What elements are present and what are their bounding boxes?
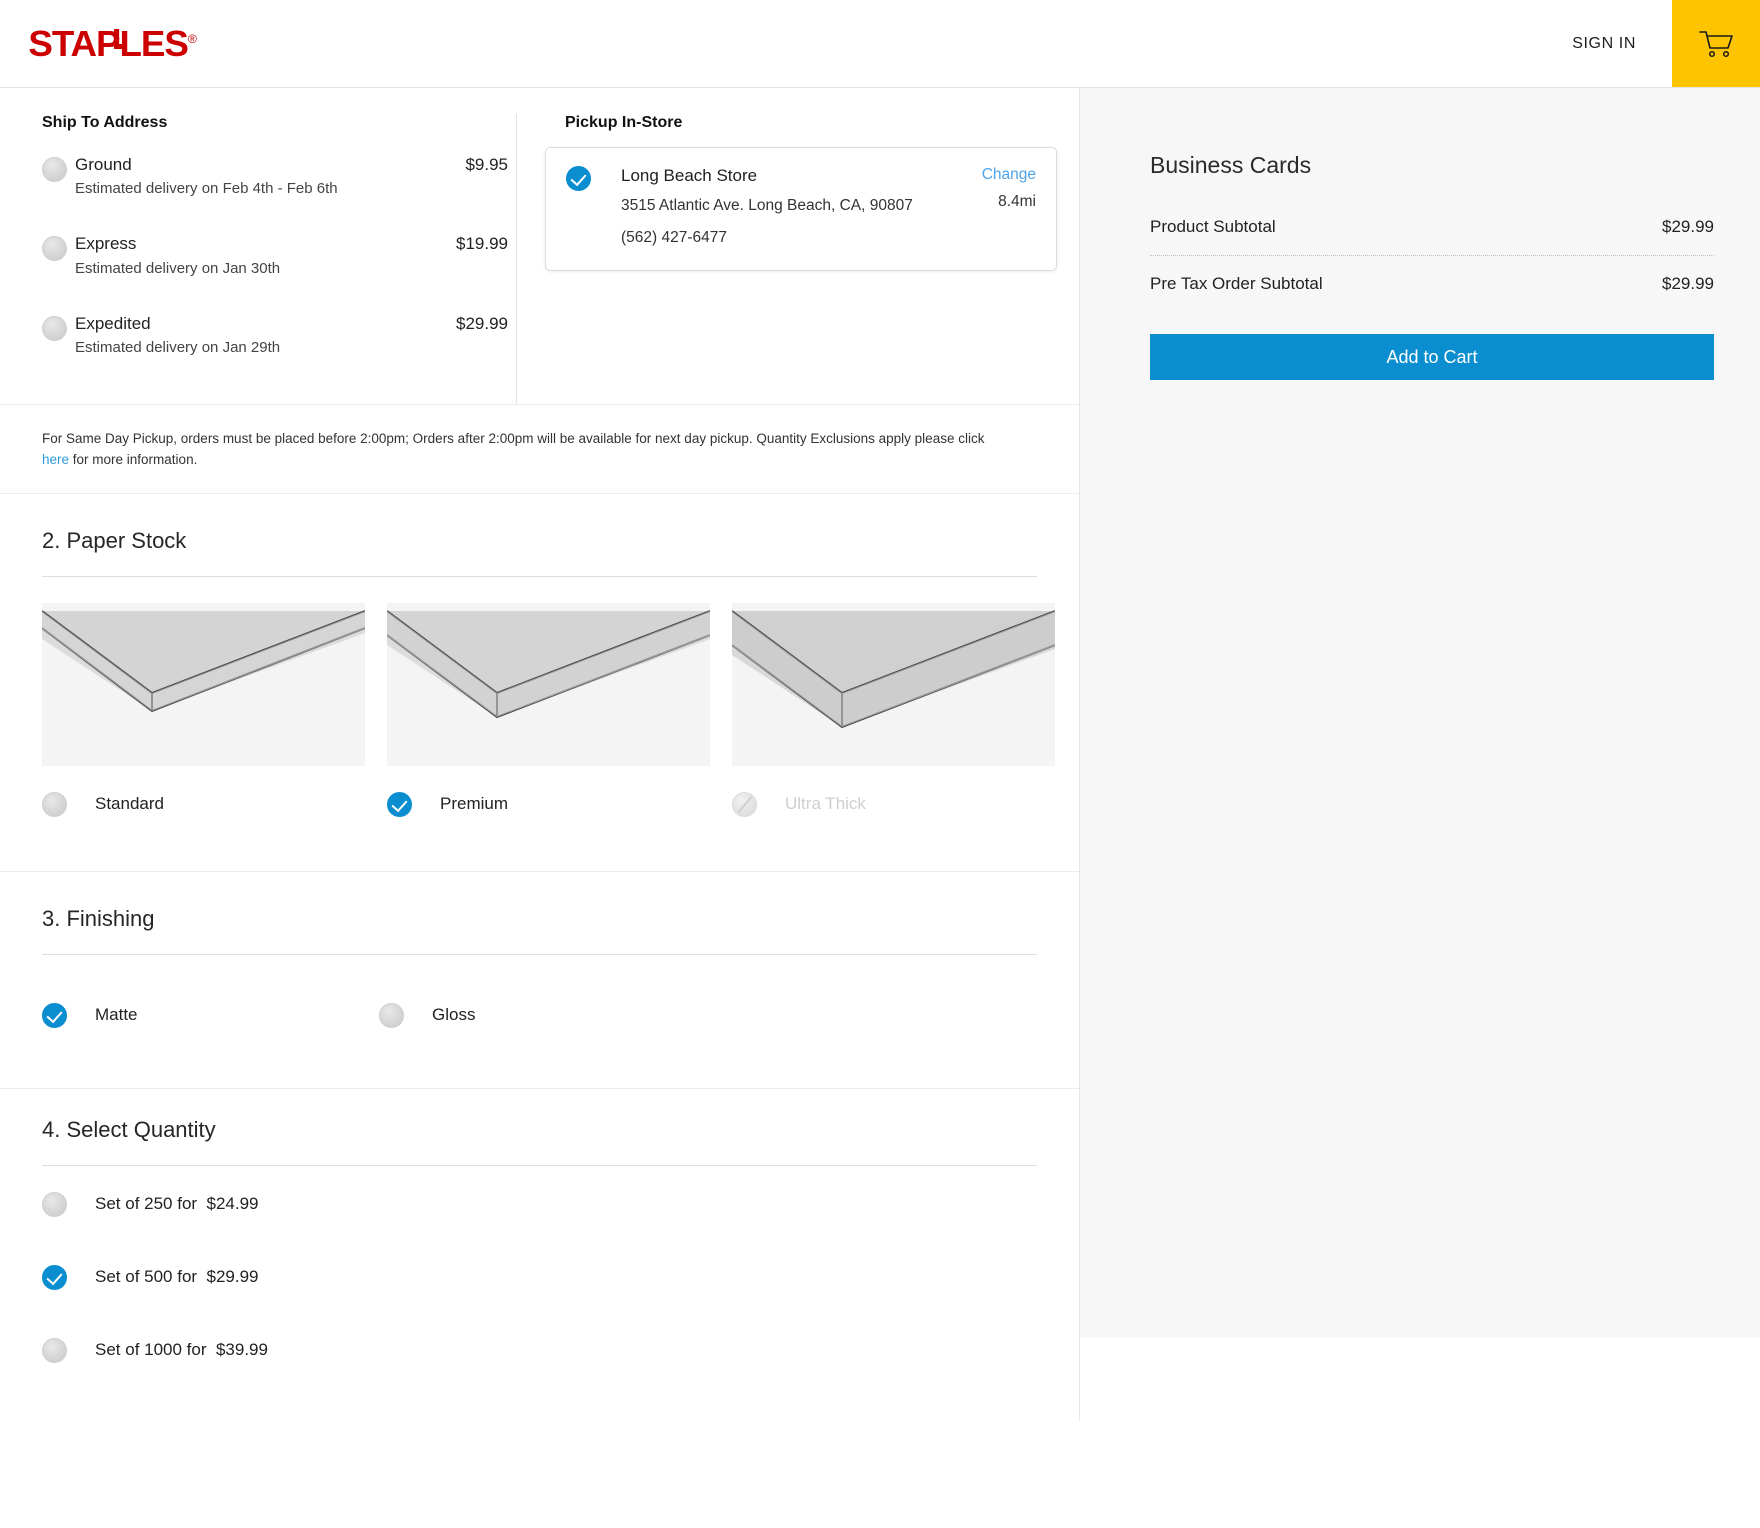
order-summary-title: Business Cards	[1150, 152, 1312, 178]
header-actions: SIGN IN	[1536, 0, 1760, 87]
finishing-option-matte[interactable]: Matte	[42, 1002, 379, 1028]
quantity-section: 4. Select Quantity Set of 250 for $24.99…	[0, 1087, 1079, 1421]
shipping-option-name: Ground	[75, 155, 132, 174]
quantity-title: 4. Select Quantity	[42, 1116, 216, 1142]
paper-stock-section: 2. Paper Stock Standard Premium Ultra Th…	[0, 492, 1079, 871]
paper-stock-label: Ultra Thick	[785, 794, 866, 814]
site-header: STAPLES® SIGN IN	[0, 0, 1760, 88]
paper-stock-option-premium[interactable]: Premium	[387, 602, 710, 817]
radio-paper-standard[interactable]	[42, 791, 67, 817]
finishing-option-gloss[interactable]: Gloss	[379, 1002, 716, 1028]
staple-glyph-icon	[114, 28, 126, 49]
disclaimer-text-before: For Same Day Pickup, orders must be plac…	[42, 431, 985, 446]
add-to-cart-button[interactable]: Add to Cart	[1150, 334, 1714, 380]
shipping-option-name: Expedited	[75, 313, 151, 333]
shipping-option-labels: Expedited Estimated delivery on Jan 29th	[75, 313, 280, 356]
quantity-label: Set of 500 for $29.99	[95, 1267, 259, 1287]
shipping-option-eta: Estimated delivery on Feb 4th - Feb 6th	[75, 180, 338, 198]
radio-store-selected[interactable]	[566, 166, 591, 191]
finishing-label: Gloss	[432, 1005, 476, 1025]
paper-stock-label: Premium	[440, 794, 509, 814]
store-card[interactable]: Long Beach Store 3515 Atlantic Ave. Long…	[545, 147, 1057, 272]
finishing-label: Matte	[95, 1005, 138, 1025]
quantity-label: Set of 1000 for $39.99	[95, 1340, 268, 1360]
quantity-label: Set of 250 for $24.99	[95, 1194, 259, 1214]
quantity-option-500[interactable]: Set of 500 for $29.99	[42, 1264, 1037, 1290]
finishing-divider	[42, 953, 1037, 955]
paper-stock-title: 2. Paper Stock	[42, 527, 187, 553]
radio-finishing-matte[interactable]	[42, 1002, 67, 1028]
radio-paper-ultra-thick-disabled	[732, 791, 757, 817]
summary-row-pre-tax-subtotal: Pre Tax Order Subtotal $29.99	[1150, 274, 1714, 312]
shipping-option-eta: Estimated delivery on Jan 30th	[75, 259, 281, 277]
ship-to-address-panel: Ship To Address Ground Estimated deliver…	[0, 114, 516, 404]
paper-stock-label-row-standard[interactable]: Standard	[42, 791, 365, 817]
store-info: Long Beach Store 3515 Atlantic Ave. Long…	[621, 166, 913, 250]
radio-quantity-500[interactable]	[42, 1264, 67, 1290]
quantity-option-1000[interactable]: Set of 1000 for $39.99	[42, 1337, 1037, 1363]
finishing-section: 3. Finishing Matte Gloss	[0, 870, 1079, 1088]
radio-expedited[interactable]	[42, 315, 67, 341]
pickup-disclaimer: For Same Day Pickup, orders must be plac…	[0, 405, 1050, 493]
quantity-option-250[interactable]: Set of 250 for $24.99	[42, 1191, 1037, 1217]
order-summary: Business Cards Product Subtotal $29.99 P…	[1080, 152, 1760, 380]
shipping-option-labels: Express Estimated delivery on Jan 30th	[75, 233, 280, 276]
summary-value: $29.99	[1662, 217, 1714, 236]
radio-quantity-250[interactable]	[42, 1191, 67, 1217]
page-body: Ship To Address Ground Estimated deliver…	[0, 88, 1760, 1421]
quantity-divider	[42, 1164, 1037, 1166]
paper-stock-options: Standard Premium Ultra Thick	[42, 602, 1055, 817]
shipping-option-ground[interactable]: Ground Estimated delivery on Feb 4th - F…	[42, 154, 516, 197]
ship-to-address-heading: Ship To Address	[42, 114, 168, 131]
shipping-option-price: $19.99	[456, 234, 508, 254]
sign-in-button[interactable]: SIGN IN	[1536, 0, 1672, 87]
paper-stock-label-row-premium[interactable]: Premium	[387, 791, 710, 817]
paper-stock-thumbnail-ultra-thick	[732, 602, 1055, 766]
radio-paper-premium[interactable]	[387, 791, 412, 817]
radio-quantity-1000[interactable]	[42, 1337, 67, 1363]
paper-stock-thumbnail-premium[interactable]	[387, 602, 710, 766]
finishing-options: Matte Gloss	[42, 981, 1037, 1088]
shipping-option-eta: Estimated delivery on Jan 29th	[75, 338, 281, 356]
logo-text: STAPLES	[28, 22, 189, 64]
radio-ground[interactable]	[42, 157, 67, 182]
order-summary-column: Business Cards Product Subtotal $29.99 P…	[1080, 88, 1760, 1338]
shopping-cart-icon	[1699, 30, 1733, 57]
shipping-option-price: $9.95	[465, 155, 508, 174]
store-meta: Change 8.4mi	[982, 166, 1036, 211]
paper-stock-thumbnail-standard[interactable]	[42, 602, 365, 766]
disclaimer-here-link[interactable]: here	[42, 452, 69, 467]
paper-stock-option-standard[interactable]: Standard	[42, 602, 365, 817]
registered-mark: ®	[187, 31, 197, 46]
store-phone: (562) 427-6477	[621, 229, 727, 247]
staples-logo[interactable]: STAPLES®	[28, 22, 197, 65]
radio-finishing-gloss[interactable]	[379, 1002, 404, 1028]
shipping-option-labels: Ground Estimated delivery on Feb 4th - F…	[75, 154, 338, 197]
pickup-in-store-heading: Pickup In-Store	[565, 114, 683, 131]
change-store-link[interactable]: Change	[982, 166, 1036, 184]
store-address: 3515 Atlantic Ave. Long Beach, CA, 90807	[621, 197, 913, 214]
radio-express[interactable]	[42, 236, 67, 262]
delivery-section: Ship To Address Ground Estimated deliver…	[0, 88, 1079, 405]
cart-button[interactable]	[1672, 0, 1760, 87]
paper-stock-option-ultra-thick: Ultra Thick	[732, 602, 1055, 817]
shipping-option-express[interactable]: Express Estimated delivery on Jan 30th $…	[42, 233, 516, 277]
summary-label: Product Subtotal	[1150, 217, 1276, 236]
shipping-option-name: Express	[75, 234, 137, 254]
store-name: Long Beach Store	[621, 166, 758, 185]
paper-stock-divider	[42, 575, 1037, 577]
disclaimer-text-after: for more information.	[69, 451, 198, 467]
summary-label: Pre Tax Order Subtotal	[1150, 274, 1323, 293]
store-distance: 8.4mi	[998, 193, 1036, 210]
finishing-title: 3. Finishing	[42, 905, 155, 931]
shipping-option-expedited[interactable]: Expedited Estimated delivery on Jan 29th…	[42, 313, 516, 356]
paper-stock-label-row-ultra-thick: Ultra Thick	[732, 791, 1055, 817]
paper-stock-label: Standard	[95, 794, 164, 814]
configurator-column: Ship To Address Ground Estimated deliver…	[0, 88, 1080, 1421]
summary-row-product-subtotal: Product Subtotal $29.99	[1150, 217, 1714, 255]
summary-value: $29.99	[1662, 274, 1714, 293]
pickup-in-store-panel: Pickup In-Store Long Beach Store 3515 At…	[516, 114, 1079, 404]
summary-divider	[1150, 255, 1714, 256]
shipping-option-price: $29.99	[456, 313, 508, 333]
